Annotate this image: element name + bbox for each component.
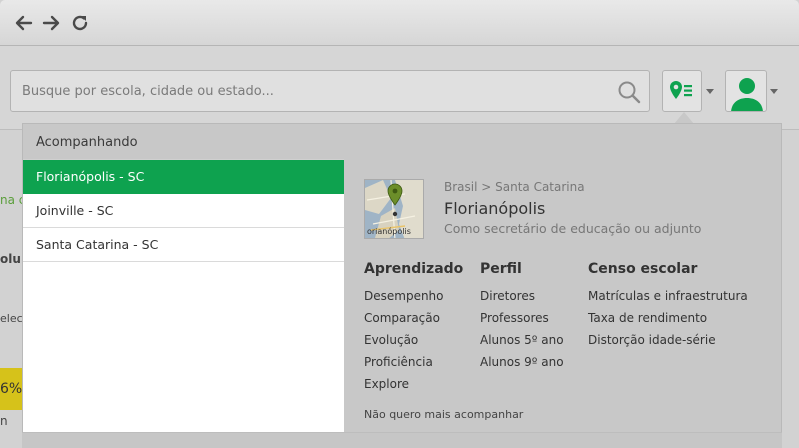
section-title: Censo escolar — [588, 261, 698, 277]
section-aprendizado: Aprendizado Desempenho Comparação Evoluç… — [364, 261, 463, 395]
link-evolucao[interactable]: Evolução — [364, 329, 463, 351]
user-caret-icon[interactable] — [770, 89, 778, 94]
bg-fragment-label: elec — [0, 312, 22, 325]
following-list: Florianópolis - SC Joinville - SC Santa … — [23, 159, 344, 448]
following-item-santa-catarina[interactable]: Santa Catarina - SC — [23, 228, 344, 262]
browser-toolbar — [0, 0, 799, 46]
search-icon[interactable] — [617, 80, 641, 104]
link-comparacao[interactable]: Comparação — [364, 307, 463, 329]
map-label: orianópolis — [367, 226, 411, 236]
section-censo-escolar: Censo escolar Matrículas e infraestrutur… — [588, 261, 748, 351]
link-matriculas-infraestrutura[interactable]: Matrículas e infraestrutura — [588, 285, 748, 307]
following-item-joinville[interactable]: Joinville - SC — [23, 194, 344, 228]
link-taxa-rendimento[interactable]: Taxa de rendimento — [588, 307, 748, 329]
link-alunos-5-ano[interactable]: Alunos 5º ano — [480, 329, 564, 351]
map-image: orianópolis — [365, 180, 423, 238]
link-desempenho[interactable]: Desempenho — [364, 285, 463, 307]
search-bar — [10, 70, 650, 112]
unfollow-link[interactable]: Não quero mais acompanhar — [364, 408, 523, 421]
following-item-florianopolis[interactable]: Florianópolis - SC — [23, 160, 344, 194]
following-title: Acompanhando — [36, 135, 138, 150]
forward-button[interactable] — [41, 13, 61, 33]
breadcrumb: Brasil > Santa Catarina — [444, 180, 585, 194]
link-proficiencia[interactable]: Proficiência — [364, 351, 463, 373]
locations-button[interactable] — [662, 70, 702, 112]
link-distorcao-idade-serie[interactable]: Distorção idade-série — [588, 329, 748, 351]
back-button[interactable] — [14, 13, 34, 33]
reload-icon — [72, 15, 88, 31]
following-dropdown: Acompanhando Florianópolis - SC Joinvill… — [22, 123, 782, 448]
arrow-right-icon — [42, 15, 60, 31]
user-menu-button[interactable] — [725, 70, 767, 112]
panel-footer — [22, 432, 782, 448]
link-professores[interactable]: Professores — [480, 307, 564, 329]
section-perfil: Perfil Diretores Professores Alunos 5º a… — [480, 261, 564, 373]
search-input[interactable] — [11, 71, 611, 111]
user-silhouette-icon — [731, 78, 763, 111]
following-header: Acompanhando — [23, 124, 781, 160]
map-pin-list-icon — [670, 81, 692, 99]
locations-caret-icon[interactable] — [706, 89, 714, 94]
section-title: Perfil — [480, 261, 522, 277]
link-diretores[interactable]: Diretores — [480, 285, 564, 307]
reload-button[interactable] — [70, 13, 90, 33]
user-role: Como secretário de educação ou adjunto — [444, 221, 702, 236]
bg-fragment-percent: 6% — [0, 368, 22, 410]
city-name: Florianópolis — [444, 199, 546, 218]
bg-fragment-heading: olu — [0, 252, 21, 266]
arrow-left-icon — [15, 15, 33, 31]
location-detail: orianópolis Brasil > Santa Catarina Flor… — [344, 159, 783, 448]
map-thumbnail[interactable]: orianópolis — [364, 179, 424, 239]
bg-fragment-text: n — [0, 414, 8, 428]
link-explore[interactable]: Explore — [364, 373, 463, 395]
section-title: Aprendizado — [364, 261, 464, 277]
bg-fragment-link: na c — [0, 193, 22, 207]
link-alunos-9-ano[interactable]: Alunos 9º ano — [480, 351, 564, 373]
